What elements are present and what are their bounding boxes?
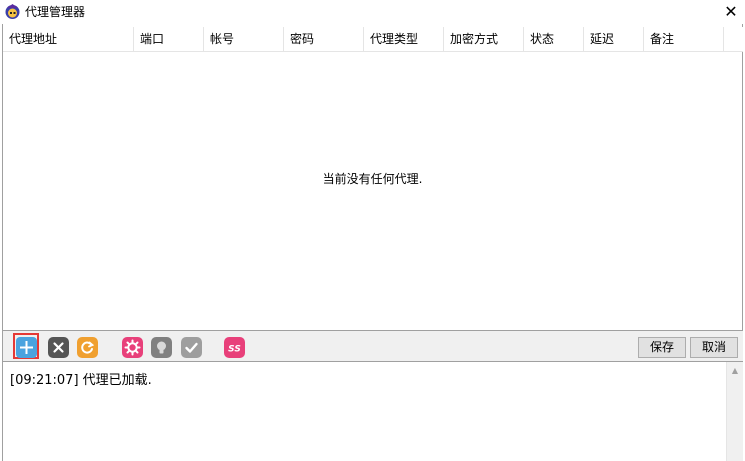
column-header-address[interactable]: 代理地址: [3, 27, 134, 51]
cancel-button[interactable]: 取消: [690, 337, 738, 358]
refresh-icon: [77, 337, 98, 358]
log-line: [09:21:07] 代理已加载.: [10, 373, 152, 388]
scroll-up-arrow-icon[interactable]: ▲: [727, 362, 743, 379]
empty-list-message: 当前没有任何代理.: [322, 172, 423, 186]
column-header-encryption[interactable]: 加密方式: [444, 27, 524, 51]
column-header-password[interactable]: 密码: [284, 27, 364, 51]
close-button[interactable]: ✕: [717, 0, 745, 24]
check-icon: [181, 337, 202, 358]
refresh-button[interactable]: [77, 337, 98, 358]
settings-icon: [122, 337, 143, 358]
toolbar: SS 保存 取消: [3, 330, 743, 362]
log-panel[interactable]: [09:21:07] 代理已加载. ▲: [3, 362, 743, 461]
shadowsocks-button[interactable]: SS: [224, 337, 245, 358]
close-icon: ✕: [724, 2, 738, 21]
window-title: 代理管理器: [25, 5, 86, 19]
column-header-port[interactable]: 端口: [134, 27, 204, 51]
ss-icon: SS: [224, 337, 245, 358]
table-header: 代理地址 端口 帐号 密码 代理类型 加密方式 状态 延迟 备注: [3, 27, 743, 52]
column-header-proxy-type[interactable]: 代理类型: [364, 27, 444, 51]
column-header-status[interactable]: 状态: [524, 27, 584, 51]
lightbulb-icon: [151, 337, 172, 358]
settings-button[interactable]: [122, 337, 143, 358]
save-button[interactable]: 保存: [638, 337, 686, 358]
delete-icon: [48, 337, 69, 358]
lightbulb-button[interactable]: [151, 337, 172, 358]
check-button[interactable]: [181, 337, 202, 358]
column-header-notes[interactable]: 备注: [644, 27, 724, 51]
add-icon: [16, 337, 37, 358]
column-header-account[interactable]: 帐号: [204, 27, 284, 51]
column-header-latency[interactable]: 延迟: [584, 27, 644, 51]
delete-proxy-button[interactable]: [48, 337, 69, 358]
log-scrollbar[interactable]: ▲: [726, 362, 743, 461]
app-logo-icon: [4, 3, 21, 20]
add-proxy-button[interactable]: [16, 337, 37, 358]
title-bar: 代理管理器 ✕: [0, 0, 745, 24]
svg-text:SS: SS: [228, 345, 241, 355]
